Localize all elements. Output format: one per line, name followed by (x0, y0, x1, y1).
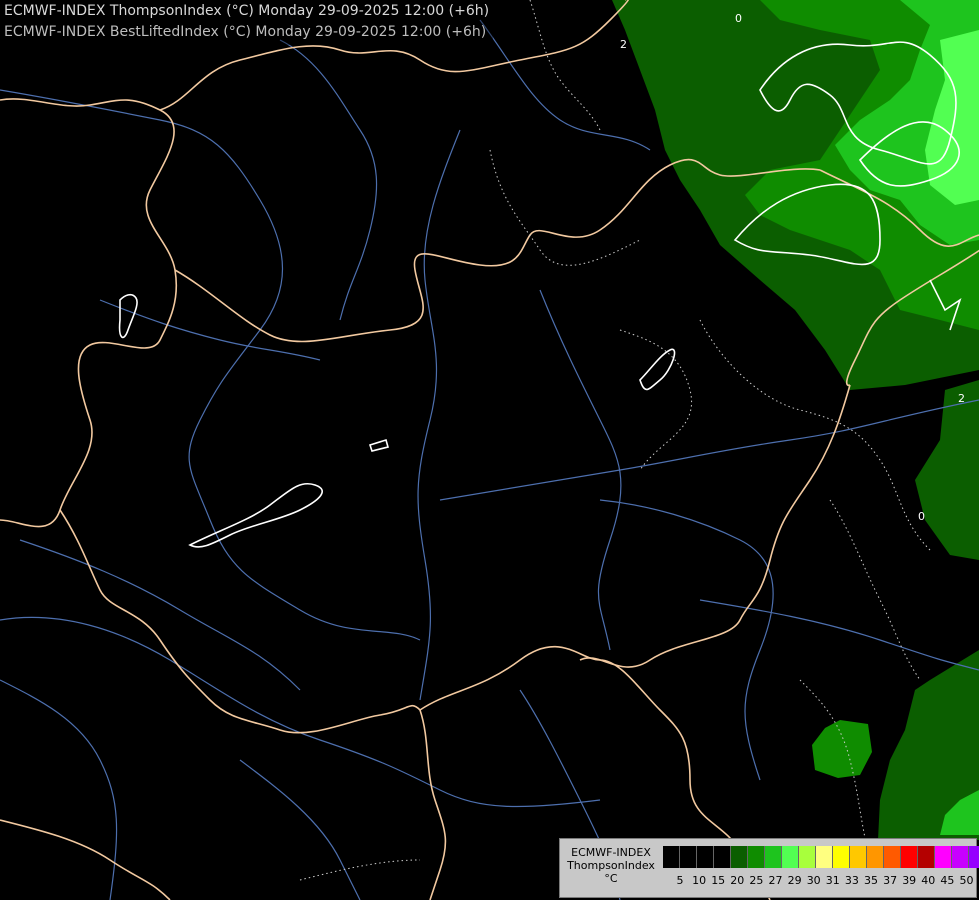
legend-tick-label: 50 (959, 874, 974, 887)
legend-swatch (935, 846, 952, 868)
legend-tick-label: 29 (787, 874, 802, 887)
legend-line-model: ECMWF-INDEX (571, 846, 651, 859)
legend-tick-label: 5 (676, 874, 684, 887)
map-title-lifted: ECMWF-INDEX BestLiftedIndex (°C) Monday … (4, 24, 487, 40)
legend-swatch (884, 846, 901, 868)
legend-tick-label: 10 (692, 874, 707, 887)
legend-tick-label: 39 (902, 874, 917, 887)
legend-swatch (663, 846, 680, 868)
weather-map: 2 0 2 0 (0, 0, 979, 900)
legend-swatch (850, 846, 867, 868)
map-title-thompson: ECMWF-INDEX ThompsonIndex (°C) Monday 29… (4, 3, 490, 19)
legend-tick-label: 20 (730, 874, 745, 887)
legend-tick-label: 45 (940, 874, 955, 887)
legend-label: ECMWF-INDEX ThompsonIndex °C (562, 846, 660, 885)
legend-tick-label: 15 (711, 874, 726, 887)
legend-swatch (782, 846, 799, 868)
legend-tick-label: 35 (864, 874, 878, 887)
legend-line-unit: °C (604, 872, 618, 885)
map-viewport: 2 0 2 0 ECMWF-INDEX ThompsonIndex (°C) M… (0, 0, 979, 900)
legend-tick-label: 37 (883, 874, 898, 887)
contour-label-3: 2 (958, 392, 965, 405)
contour-label-4: 0 (918, 510, 925, 523)
legend-swatch (918, 846, 935, 868)
legend-swatch (697, 846, 714, 868)
legend-swatch (833, 846, 850, 868)
legend-swatch (714, 846, 731, 868)
legend-swatch (867, 846, 884, 868)
legend-tick-label: 27 (768, 874, 783, 887)
legend-tick-label: 25 (749, 874, 764, 887)
legend-swatch (731, 846, 748, 868)
legend-line-parameter: ThompsonIndex (567, 859, 655, 872)
legend-swatch (765, 846, 782, 868)
legend-tick-label: 30 (806, 874, 821, 887)
color-legend: ECMWF-INDEX ThompsonIndex °C 5 10 15 20 25 27… (559, 838, 979, 898)
legend-swatch (816, 846, 833, 868)
legend-swatch (680, 846, 697, 868)
contour-label-2: 0 (735, 12, 742, 25)
legend-swatch (952, 846, 969, 868)
legend-swatches (663, 846, 979, 868)
map-title-block: ECMWF-INDEX ThompsonIndex (°C) Monday 29… (0, 0, 494, 45)
legend-swatch (748, 846, 765, 868)
legend-swatch (799, 846, 816, 868)
contour-label-1: 2 (620, 38, 627, 51)
legend-swatch (901, 846, 918, 868)
legend-swatch (969, 846, 979, 868)
legend-tick-label: 31 (825, 874, 840, 887)
legend-tick-label: 33 (844, 874, 859, 887)
legend-tick-label: 40 (921, 874, 936, 887)
